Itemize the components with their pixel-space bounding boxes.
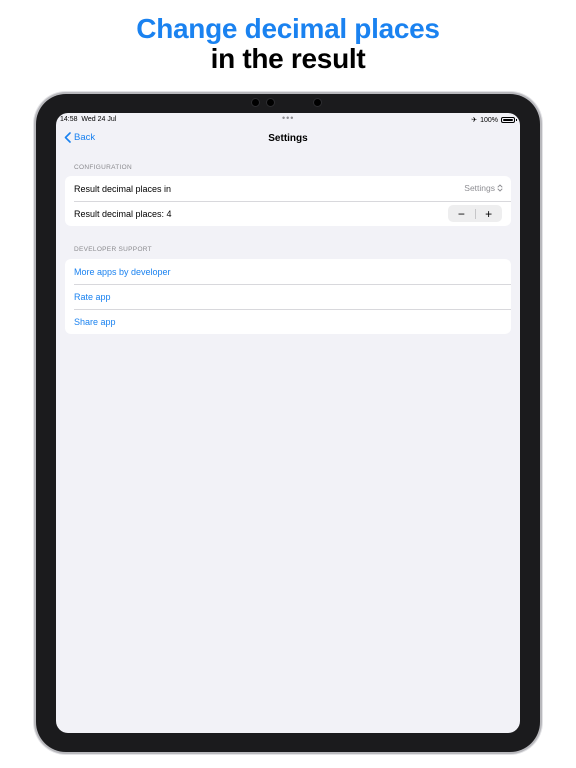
decimal-places-label: Result decimal places: 4 [74,208,172,219]
share-app-link[interactable]: Share app [65,309,511,334]
decimal-places-in-label: Result decimal places in [74,183,172,194]
battery-percent: 100% [480,116,498,124]
page-title: Settings [268,133,308,144]
multitasking-dots-icon[interactable]: ••• [282,113,294,123]
front-camera [313,98,322,107]
decimal-places-stepper[interactable]: − + [448,205,502,222]
configuration-group: Result decimal places in Settings Result… [65,176,511,226]
ipad-frame: 14:58 Wed 24 Jul ••• ✈ 100% Back Setting… [36,94,540,752]
battery-icon [501,117,517,123]
promo-headline-line1: Change decimal places [136,13,440,44]
picker-value: Settings [464,183,495,193]
navigation-bar: Back Settings [56,127,520,153]
promo-headline-line2: in the result [210,43,366,74]
screen: 14:58 Wed 24 Jul ••• ✈ 100% Back Setting… [56,113,520,733]
chevron-up-down-icon [497,184,503,192]
status-bar: 14:58 Wed 24 Jul ••• ✈ 100% [56,113,520,127]
stepper-increment-button[interactable]: + [475,205,502,222]
device-volume-up-button [540,142,543,166]
section-header-configuration: CONFIGURATION [74,164,132,171]
section-header-developer-support: DEVELOPER SUPPORT [74,246,152,253]
promo-headline: Change decimal places in the result [0,14,576,74]
more-apps-link[interactable]: More apps by developer [65,259,511,284]
decimal-places-in-picker[interactable]: Settings [464,183,503,193]
status-right: ✈ 100% [471,116,517,124]
sensor-dot [251,98,260,107]
developer-support-group: More apps by developer Rate app Share ap… [65,259,511,334]
status-time: 14:58 Wed 24 Jul [60,116,117,123]
decimal-places-in-row[interactable]: Result decimal places in Settings [65,176,511,201]
decimal-places-row: Result decimal places: 4 − + [65,201,511,226]
rate-app-link[interactable]: Rate app [65,284,511,309]
sensor-dot [266,98,275,107]
stepper-decrement-button[interactable]: − [448,205,475,222]
airplane-icon: ✈ [471,117,478,124]
device-volume-down-button [540,172,543,196]
